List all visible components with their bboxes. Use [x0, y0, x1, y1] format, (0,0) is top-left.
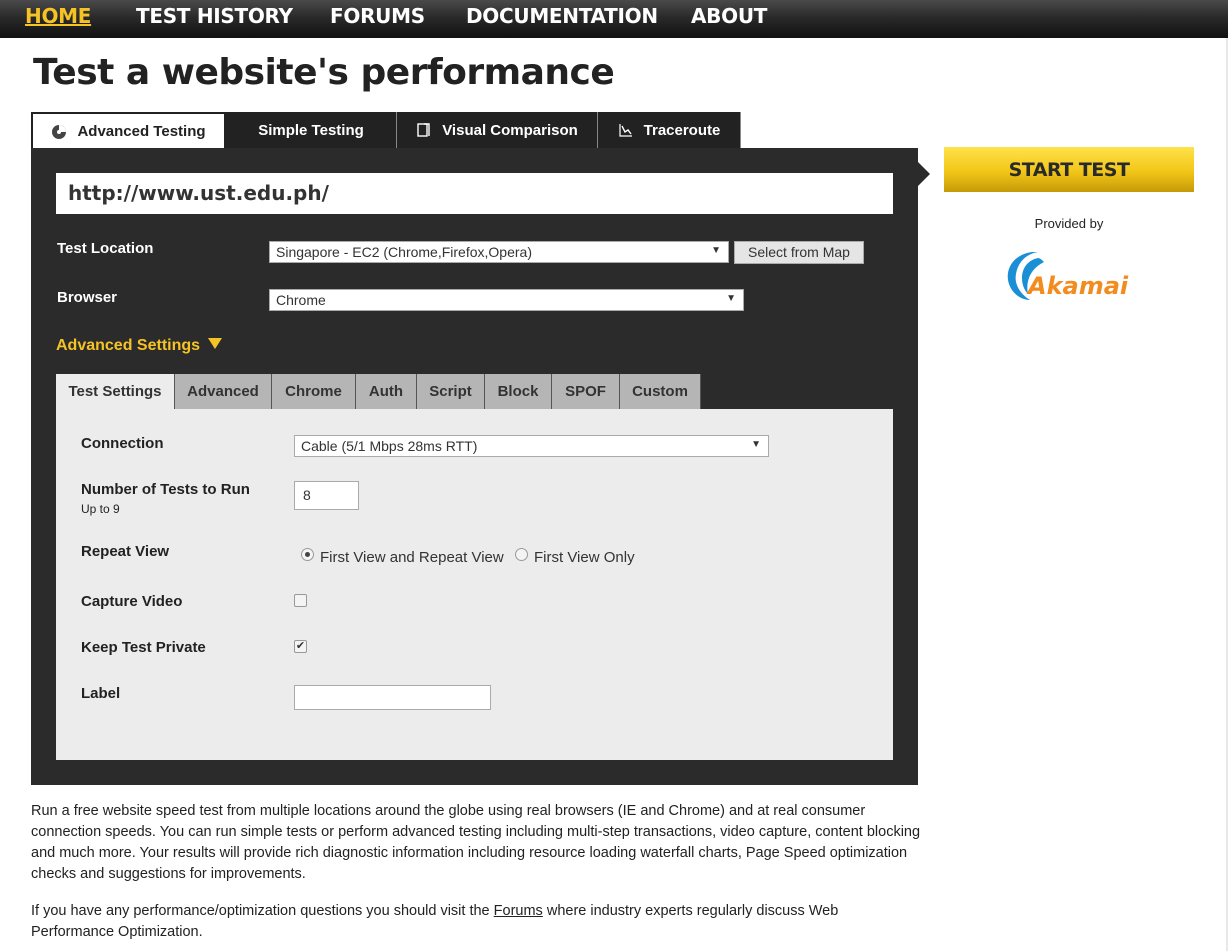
- nav-test-history[interactable]: TEST HISTORY: [136, 4, 293, 28]
- advanced-settings-label: Advanced Settings: [56, 337, 201, 354]
- tab-advanced-testing[interactable]: Advanced Testing: [31, 112, 226, 149]
- subtab-advanced[interactable]: Advanced: [175, 374, 272, 409]
- label-input[interactable]: [294, 685, 491, 710]
- description-paragraph: Run a free website speed test from multi…: [31, 803, 921, 882]
- nav-forums[interactable]: FORUMS: [330, 4, 425, 28]
- connection-label: Connection: [81, 435, 164, 452]
- repeat-option-label: First View Only: [534, 549, 635, 566]
- num-tests-hint: Up to 9: [81, 502, 120, 516]
- gauge-icon: [52, 124, 67, 139]
- subtab-custom[interactable]: Custom: [620, 374, 701, 409]
- provided-by-label: Provided by: [1034, 216, 1104, 231]
- keep-private-label: Keep Test Private: [81, 639, 206, 656]
- panel-arrow: [918, 162, 930, 186]
- label-label: Label: [81, 685, 121, 702]
- test-location-label: Test Location: [57, 240, 154, 257]
- subtab-block[interactable]: Block: [485, 374, 552, 409]
- browser-select[interactable]: Chrome ▼: [269, 289, 744, 311]
- subtab-auth[interactable]: Auth: [356, 374, 417, 409]
- select-value: Chrome: [276, 292, 326, 308]
- document-icon: [417, 123, 430, 137]
- tab-traceroute[interactable]: Traceroute: [598, 112, 741, 148]
- triangle-down-icon: [208, 338, 223, 349]
- test-location-select[interactable]: Singapore - EC2 (Chrome,Firefox,Opera) ▼: [269, 241, 729, 263]
- repeat-view-radio-first[interactable]: [515, 548, 528, 561]
- num-tests-input[interactable]: 8: [294, 481, 359, 510]
- forums-link[interactable]: Forums: [494, 903, 543, 919]
- browser-label: Browser: [57, 289, 118, 306]
- capture-video-checkbox[interactable]: [294, 594, 307, 607]
- sponsor-name: Akamai: [1026, 272, 1129, 300]
- repeat-view-radio-both[interactable]: [301, 548, 314, 561]
- num-tests-label: Number of Tests to Run: [81, 481, 250, 498]
- traceroute-icon: [619, 124, 632, 137]
- connection-select[interactable]: Cable (5/1 Mbps 28ms RTT) ▼: [294, 435, 769, 457]
- nav-home[interactable]: HOME: [25, 4, 91, 28]
- capture-video-label: Capture Video: [81, 593, 183, 610]
- chevron-down-icon: ▼: [711, 245, 721, 256]
- keep-private-checkbox[interactable]: ✔: [294, 640, 307, 653]
- advanced-settings-toggle[interactable]: Advanced Settings: [56, 337, 223, 355]
- tab-label: Advanced Testing: [77, 123, 206, 140]
- start-test-button[interactable]: START TEST: [944, 147, 1194, 192]
- nav-about[interactable]: ABOUT: [691, 4, 767, 28]
- nav-documentation[interactable]: DOCUMENTATION: [466, 4, 658, 28]
- chevron-down-icon: ▼: [726, 293, 736, 304]
- akamai-logo: Akamai: [1007, 252, 1129, 300]
- tab-label: Traceroute: [643, 121, 721, 139]
- subtab-spof[interactable]: SPOF: [552, 374, 620, 409]
- repeat-option-label: First View and Repeat View: [320, 549, 504, 566]
- tab-label: Visual Comparison: [442, 121, 578, 139]
- select-value: Cable (5/1 Mbps 28ms RTT): [301, 438, 478, 454]
- subtab-test-settings[interactable]: Test Settings: [56, 374, 175, 409]
- select-value: Singapore - EC2 (Chrome,Firefox,Opera): [276, 244, 532, 260]
- url-input[interactable]: http://www.ust.edu.ph/: [56, 173, 893, 214]
- tab-label: Simple Testing: [258, 121, 364, 139]
- subtab-chrome[interactable]: Chrome: [272, 374, 356, 409]
- repeat-view-label: Repeat View: [81, 543, 170, 560]
- forums-paragraph: If you have any performance/optimization…: [31, 901, 921, 943]
- chevron-down-icon: ▼: [751, 439, 761, 450]
- top-nav: HOME TEST HISTORY FORUMS DOCUMENTATION A…: [0, 0, 1228, 38]
- subtab-script[interactable]: Script: [417, 374, 485, 409]
- tab-simple-testing[interactable]: Simple Testing: [226, 112, 397, 148]
- forums-text-before: If you have any performance/optimization…: [31, 903, 494, 919]
- tab-visual-comparison[interactable]: Visual Comparison: [397, 112, 598, 148]
- select-from-map-button[interactable]: Select from Map: [734, 241, 864, 264]
- page-title: Test a website's performance: [33, 52, 615, 93]
